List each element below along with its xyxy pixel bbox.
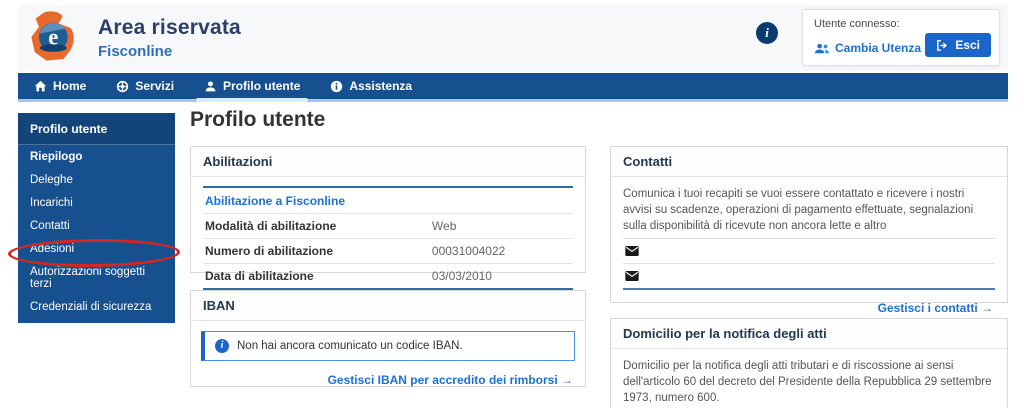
header: e Area riservata Fisconline i Utente con… bbox=[18, 5, 1008, 71]
nav-label: Servizi bbox=[135, 79, 174, 93]
nav-label: Profilo utente bbox=[223, 79, 300, 93]
sidebar-header-profilo-utente[interactable]: Profilo utente bbox=[18, 113, 175, 145]
envelope-icon bbox=[625, 246, 639, 256]
row-value: Web bbox=[432, 219, 456, 233]
table-row: Data di abilitazione 03/03/2010 bbox=[203, 263, 573, 288]
sidebar-item-contatti[interactable]: Contatti bbox=[18, 214, 175, 237]
logout-icon bbox=[936, 40, 949, 51]
arrow-right-icon: → bbox=[981, 301, 993, 315]
card-title: IBAN bbox=[191, 291, 585, 321]
table-row: Numero di abilitazione 00031004022 bbox=[203, 238, 573, 263]
user-icon bbox=[204, 80, 217, 93]
nav-label: Home bbox=[53, 79, 86, 93]
table-row: Modalità di abilitazione Web bbox=[203, 213, 573, 238]
sidebar-item-riepilogo[interactable]: Riepilogo bbox=[18, 145, 175, 168]
sidebar: Profilo utente Riepilogo Deleghe Incaric… bbox=[18, 113, 175, 323]
connected-user-label: Utente connesso: bbox=[814, 18, 900, 30]
arrow-right-icon: → bbox=[561, 373, 573, 387]
app-title-block: Area riservata Fisconline bbox=[98, 16, 241, 60]
domicilio-description: Domicilio per la notifica degli atti tri… bbox=[623, 349, 995, 408]
row-label: Numero di abilitazione bbox=[205, 244, 432, 258]
card-abilitazioni: Abilitazioni Abilitazione a Fisconline M… bbox=[190, 146, 586, 273]
services-icon bbox=[116, 80, 129, 93]
card-domicilio: Domicilio per la notifica degli atti Dom… bbox=[610, 318, 1008, 408]
app-subtitle: Fisconline bbox=[98, 43, 241, 60]
sidebar-item-adesioni[interactable]: Adesioni bbox=[18, 237, 175, 260]
sidebar-item-autorizzazioni-soggetti-terzi[interactable]: Autorizzazioni soggetti terzi bbox=[18, 260, 175, 295]
card-title: Contatti bbox=[611, 147, 1007, 177]
card-title: Abilitazioni bbox=[191, 147, 585, 177]
row-label: Modalità di abilitazione bbox=[205, 219, 432, 233]
sidebar-item-credenziali-di-sicurezza[interactable]: Credenziali di sicurezza bbox=[18, 295, 175, 318]
manage-iban-link[interactable]: Gestisci IBAN per accredito dei rimborsi bbox=[328, 373, 558, 387]
card-contatti: Contatti Comunica i tuoi recapiti se vuo… bbox=[610, 146, 1008, 303]
change-user-label: Cambia Utenza bbox=[835, 41, 921, 55]
home-icon bbox=[34, 80, 47, 93]
main-navbar: Home Servizi Profilo utente bbox=[18, 73, 1008, 102]
sidebar-item-deleghe[interactable]: Deleghe bbox=[18, 168, 175, 191]
nav-item-servizi[interactable]: Servizi bbox=[116, 73, 174, 99]
page-title: Profilo utente bbox=[190, 108, 325, 132]
nav-item-profilo-utente[interactable]: Profilo utente bbox=[204, 73, 300, 99]
contact-row bbox=[623, 238, 995, 263]
contact-row bbox=[623, 263, 995, 288]
card-iban: IBAN i Non hai ancora comunicato un codi… bbox=[190, 290, 586, 387]
alert-text: Non hai ancora comunicato un codice IBAN… bbox=[237, 340, 463, 352]
nav-label: Assistenza bbox=[349, 79, 412, 93]
row-value: 00031004022 bbox=[432, 244, 505, 258]
info-icon bbox=[330, 80, 343, 93]
iban-info-alert: i Non hai ancora comunicato un codice IB… bbox=[201, 331, 575, 361]
info-icon: i bbox=[215, 339, 229, 353]
svg-text:e: e bbox=[48, 25, 58, 50]
info-icon[interactable]: i bbox=[756, 22, 778, 44]
user-panel: Utente connesso: Cambia Utenza bbox=[802, 9, 1000, 66]
logout-label: Esci bbox=[955, 38, 980, 52]
envelope-icon bbox=[625, 271, 639, 281]
contatti-description: Comunica i tuoi recapiti se vuoi essere … bbox=[623, 177, 995, 238]
sidebar-item-incarichi[interactable]: Incarichi bbox=[18, 191, 175, 214]
card-title: Domicilio per la notifica degli atti bbox=[611, 319, 1007, 349]
nav-item-home[interactable]: Home bbox=[34, 73, 86, 99]
logout-button[interactable]: Esci bbox=[925, 33, 991, 57]
fisconline-portal: e Area riservata Fisconline i Utente con… bbox=[0, 0, 1024, 408]
row-label: Data di abilitazione bbox=[205, 269, 432, 283]
app-title: Area riservata bbox=[98, 16, 241, 40]
users-icon bbox=[814, 43, 830, 54]
abilitazione-fisconline-link[interactable]: Abilitazione a Fisconline bbox=[203, 188, 573, 213]
nav-item-assistenza[interactable]: Assistenza bbox=[330, 73, 412, 99]
manage-contacts-link[interactable]: Gestisci i contatti bbox=[878, 301, 978, 315]
agenzia-entrate-logo-icon: e bbox=[28, 9, 82, 65]
row-value: 03/03/2010 bbox=[432, 269, 492, 283]
change-user-link[interactable]: Cambia Utenza bbox=[814, 41, 921, 55]
